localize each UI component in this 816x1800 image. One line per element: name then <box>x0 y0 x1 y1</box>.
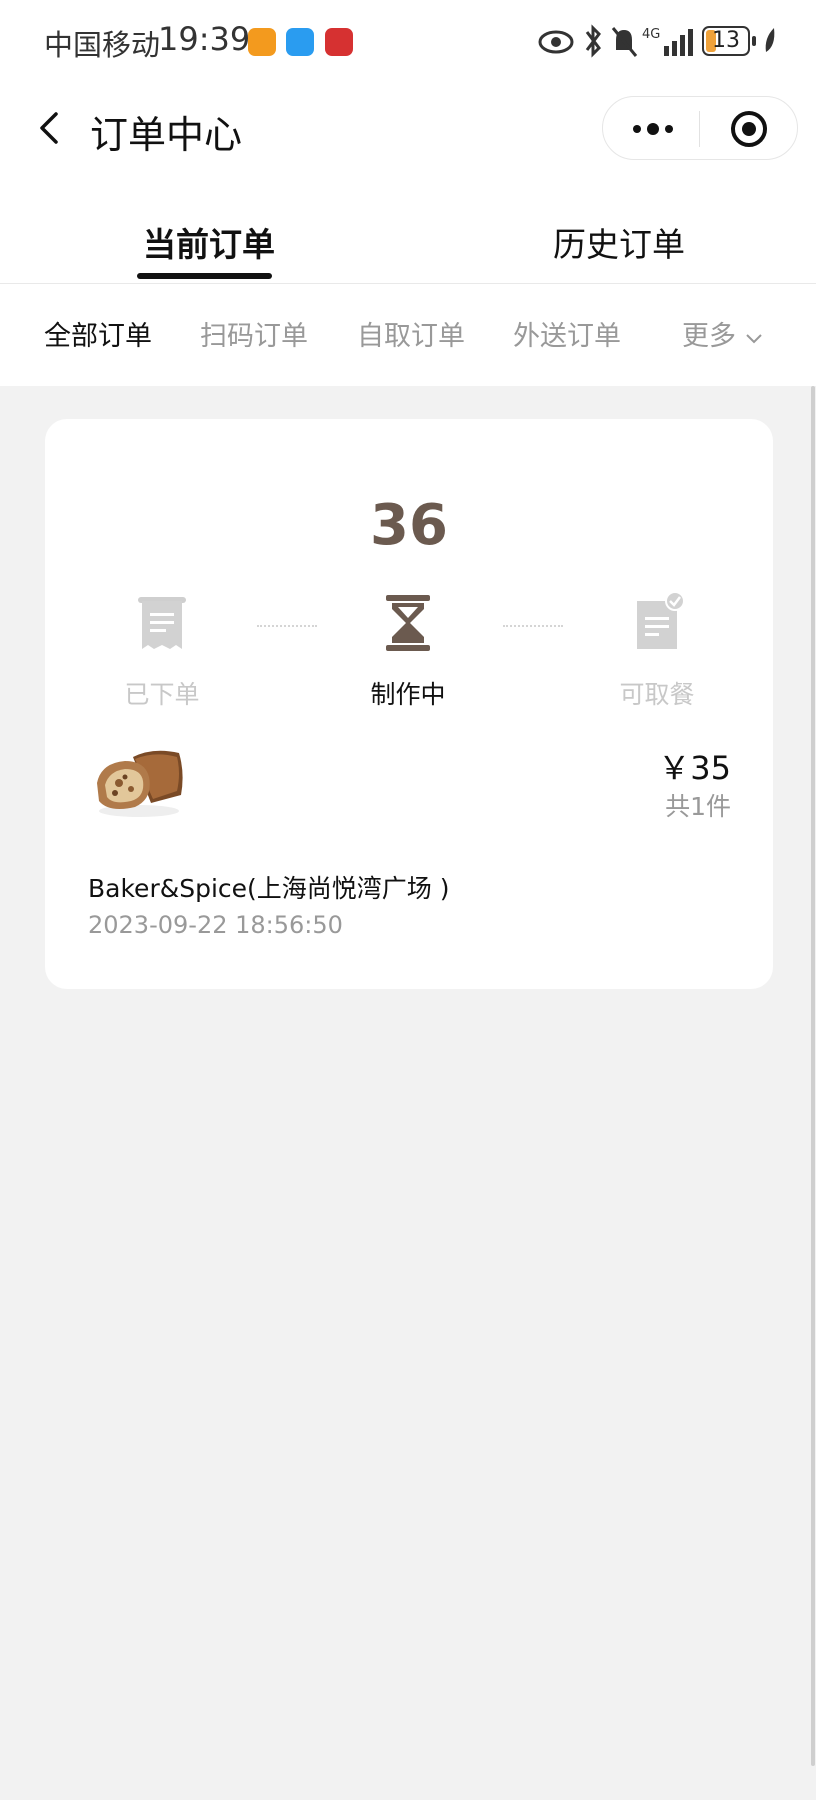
order-datetime: 2023-09-22 18:56:50 <box>88 911 343 939</box>
order-tabs: 当前订单 历史订单 <box>0 200 816 284</box>
order-filter-tabs: 全部订单 扫码订单 自取订单 外送订单 更多 <box>0 286 816 376</box>
battery-level: 13 <box>712 28 740 53</box>
status-bar: 中国移动 19:39 4G 13 <box>0 0 816 84</box>
filter-all-orders[interactable]: 全部订单 <box>44 314 152 353</box>
network-label: 4G <box>642 27 660 42</box>
chevron-left-icon[interactable] <box>30 106 74 150</box>
tab-current-orders[interactable]: 当前订单 <box>143 218 275 266</box>
chevron-down-icon <box>746 333 762 343</box>
order-card[interactable]: 36 已下单 制作中 可取餐 ￥35 共1件 Baker&Spice(上海尚悦湾… <box>45 419 773 989</box>
order-item-count: 共1件 <box>665 792 731 821</box>
filter-delivery-orders[interactable]: 外送订单 <box>513 314 621 353</box>
step-connector <box>257 625 317 627</box>
more-dots-icon[interactable] <box>631 109 675 149</box>
capsule-divider <box>699 111 700 147</box>
notification-app-icon <box>248 28 276 56</box>
scrollbar[interactable] <box>811 386 815 1766</box>
notification-red-icon <box>325 28 353 56</box>
bluetooth-icon <box>585 24 601 58</box>
carrier-label: 中国移动 <box>44 28 161 62</box>
signal-icon: 4G <box>642 27 693 56</box>
battery-indicator: 13 <box>702 26 750 56</box>
step-ready-label: 可取餐 <box>619 680 695 709</box>
step-connector <box>503 625 563 627</box>
receipt-icon <box>138 597 186 649</box>
product-thumbnail <box>97 750 183 817</box>
filter-more[interactable]: 更多 <box>682 314 764 353</box>
step-preparing-label: 制作中 <box>370 680 446 709</box>
battery-tip <box>752 36 756 46</box>
store-name: Baker&Spice(上海尚悦湾广场 ) <box>88 874 450 903</box>
message-app-icon <box>286 28 314 56</box>
step-ordered-label: 已下单 <box>124 680 200 709</box>
tab-history-orders[interactable]: 历史订单 <box>553 218 685 266</box>
order-price: ￥35 <box>658 749 731 787</box>
hourglass-icon <box>386 595 430 651</box>
document-check-icon <box>637 591 685 649</box>
status-time: 19:39 <box>158 20 251 58</box>
leaf-icon <box>765 28 775 52</box>
eye-icon <box>538 30 574 54</box>
mini-program-capsule <box>602 96 798 160</box>
page-title: 订单中心 <box>90 113 243 157</box>
filter-scan-orders[interactable]: 扫码订单 <box>200 314 308 353</box>
filter-more-label: 更多 <box>682 321 736 352</box>
target-close-icon[interactable] <box>729 109 769 149</box>
mute-bell-icon <box>611 27 638 57</box>
filter-pickup-orders[interactable]: 自取订单 <box>357 314 465 353</box>
nav-bar: 订单中心 <box>0 88 816 172</box>
active-tab-indicator <box>137 273 272 279</box>
queue-number: 36 <box>370 493 448 558</box>
